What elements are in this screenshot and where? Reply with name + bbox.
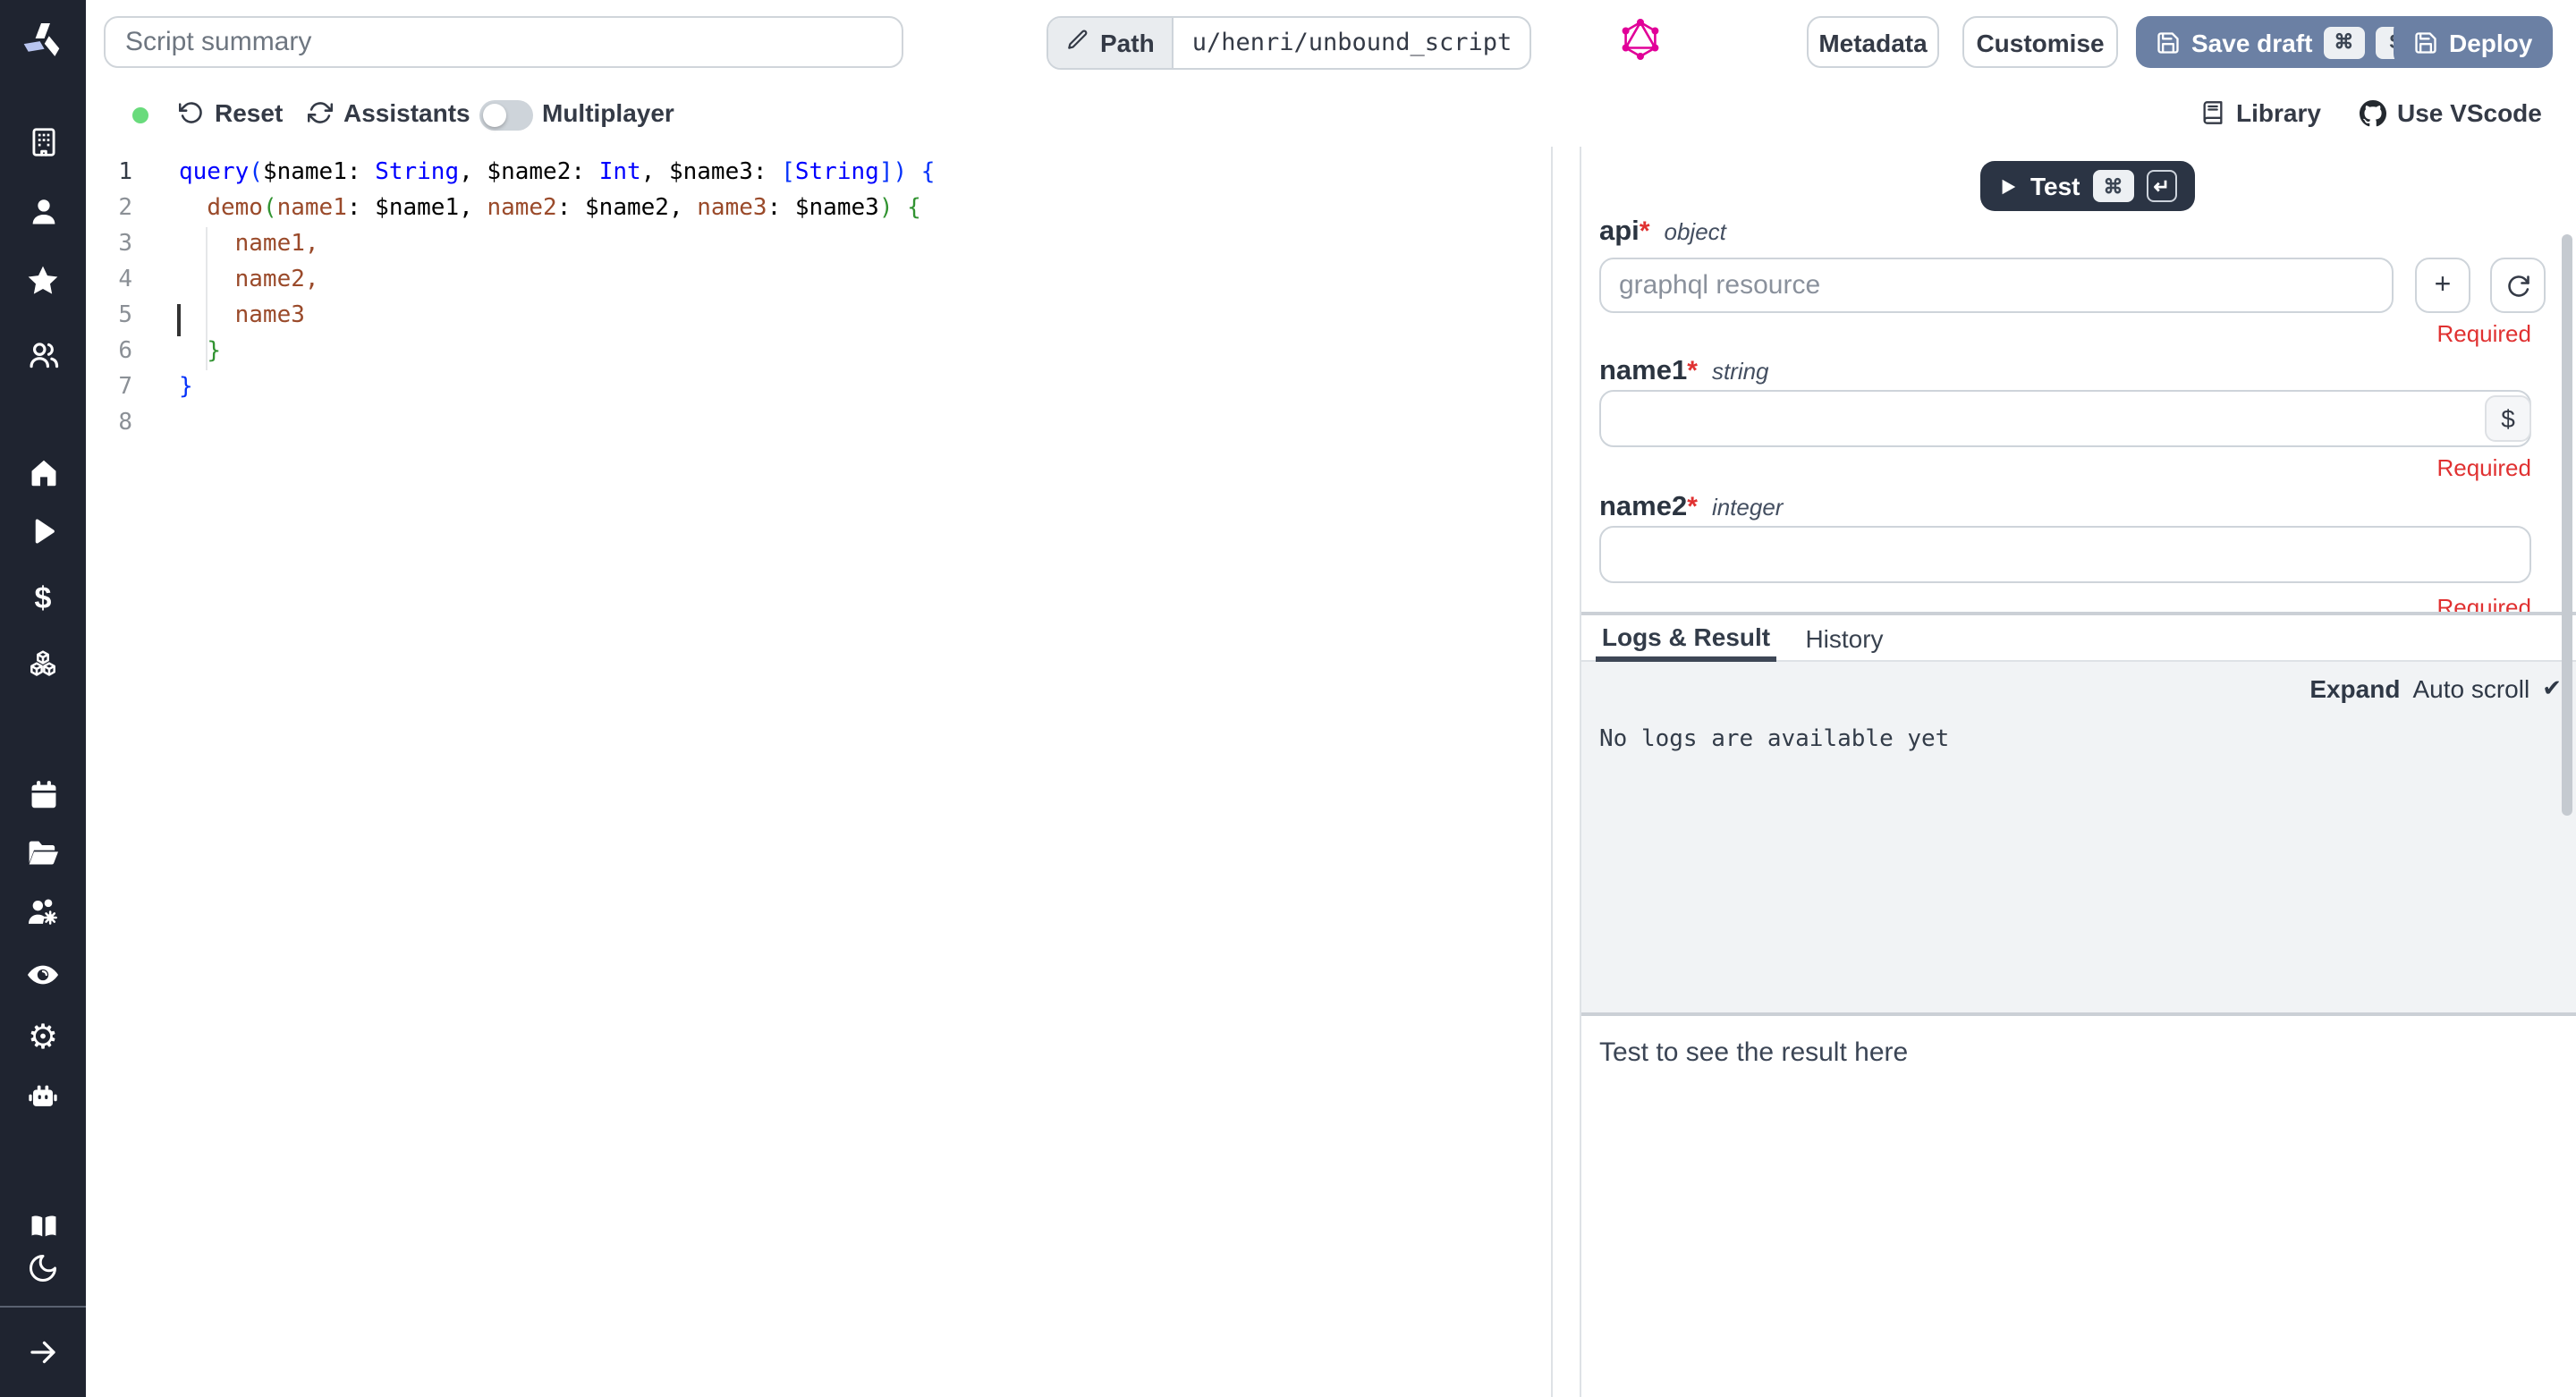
tab-logs-result[interactable]: Logs & Result bbox=[1596, 615, 1776, 662]
book-open-icon[interactable] bbox=[25, 1207, 61, 1243]
library-button[interactable]: Library bbox=[2200, 98, 2321, 127]
calendar-icon[interactable] bbox=[25, 776, 61, 812]
home-icon[interactable] bbox=[25, 454, 61, 490]
toggle-knob bbox=[483, 104, 506, 127]
result-placeholder-text: Test to see the result here bbox=[1599, 1037, 1908, 1068]
code-editor[interactable]: 12345678 query($name1: String, $name2: I… bbox=[86, 147, 1553, 1397]
kbd-enter: ↵ bbox=[2147, 170, 2177, 202]
moon-icon[interactable] bbox=[25, 1250, 61, 1286]
windmill-logo-icon[interactable] bbox=[21, 20, 64, 63]
arrow-right-icon[interactable] bbox=[25, 1334, 61, 1370]
field-label-name2: name2* integer bbox=[1599, 492, 1783, 524]
code-lines[interactable]: query($name1: String, $name2: Int, $name… bbox=[179, 156, 935, 442]
gear-icon[interactable]: ⚙ bbox=[25, 1020, 61, 1055]
arguments-section: Test ⌘ ↵ api* object + Required name1* s… bbox=[1581, 147, 2576, 612]
expand-button[interactable]: Expand bbox=[2309, 674, 2400, 703]
reset-button[interactable]: Reset bbox=[179, 98, 283, 127]
app-window: $ bbox=[0, 0, 2576, 1397]
script-summary-input[interactable] bbox=[104, 16, 903, 68]
field-label-api: api* object bbox=[1599, 216, 1726, 249]
path-label: Path bbox=[1100, 29, 1155, 57]
user-group-gear-icon[interactable] bbox=[25, 894, 61, 930]
github-icon bbox=[2360, 99, 2386, 126]
play-icon[interactable] bbox=[25, 513, 61, 549]
dollar-icon[interactable]: $ bbox=[25, 581, 61, 617]
api-resource-input[interactable] bbox=[1599, 258, 2394, 313]
run-panel: Test ⌘ ↵ api* object + Required name1* s… bbox=[1580, 147, 2576, 1397]
result-panel: Test to see the result here bbox=[1581, 1016, 2576, 1397]
autoscroll-label: Auto scroll bbox=[2412, 674, 2529, 703]
robot-icon[interactable] bbox=[25, 1079, 61, 1114]
building-icon[interactable] bbox=[25, 123, 61, 159]
code-line: name1, bbox=[179, 227, 935, 263]
bottom-tabs: Logs & Result History bbox=[1581, 615, 2576, 662]
line-numbers: 12345678 bbox=[86, 156, 132, 442]
required-badge: Required bbox=[1599, 594, 2531, 612]
customise-button[interactable]: Customise bbox=[1962, 16, 2118, 68]
rotate-ccw-icon bbox=[179, 100, 204, 125]
code-line: demo(name1: $name1, name2: $name2, name3… bbox=[179, 191, 935, 227]
graphql-logo-icon bbox=[1619, 18, 1662, 61]
code-line: name2, bbox=[179, 263, 935, 299]
field-label-name1: name1* string bbox=[1599, 356, 1769, 388]
assistants-button[interactable]: Assistants bbox=[308, 98, 470, 127]
required-badge: Required bbox=[1599, 320, 2531, 347]
book-icon bbox=[2200, 100, 2225, 125]
code-line bbox=[179, 406, 935, 442]
path-value[interactable]: u/henri/unbound_script bbox=[1174, 18, 1530, 68]
required-badge: Required bbox=[1599, 454, 2531, 481]
user-icon[interactable] bbox=[25, 193, 61, 229]
deploy-label: Deploy bbox=[2449, 28, 2532, 56]
play-icon bbox=[1998, 176, 2018, 196]
folder-open-icon[interactable] bbox=[25, 835, 61, 871]
cubes-icon[interactable] bbox=[25, 648, 61, 683]
top-bar: Path u/henri/unbound_script Metadata Cus… bbox=[86, 0, 2576, 86]
refresh-resource-button[interactable] bbox=[2490, 258, 2546, 313]
code-line: } bbox=[179, 370, 935, 406]
tab-history[interactable]: History bbox=[1792, 615, 1896, 662]
kbd-command: ⌘ bbox=[2323, 26, 2364, 58]
use-vscode-button[interactable]: Use VScode bbox=[2360, 98, 2542, 127]
kbd-command: ⌘ bbox=[2093, 170, 2134, 202]
panel-splitter[interactable] bbox=[1553, 147, 1580, 1397]
variable-picker-button[interactable]: $ bbox=[2485, 395, 2531, 442]
sidebar-divider bbox=[0, 1306, 86, 1308]
scrollbar[interactable] bbox=[2562, 234, 2572, 816]
deploy-button[interactable]: Deploy bbox=[2394, 16, 2552, 68]
logs-empty-text: No logs are available yet bbox=[1599, 726, 1949, 753]
add-resource-button[interactable]: + bbox=[2415, 258, 2470, 313]
save-icon bbox=[2156, 30, 2181, 55]
save-draft-button[interactable]: Save draft ⌘ S bbox=[2136, 16, 2436, 68]
eye-icon[interactable] bbox=[25, 957, 61, 993]
path-label-section[interactable]: Path bbox=[1048, 18, 1174, 68]
multiplayer-toggle[interactable] bbox=[479, 100, 533, 131]
status-dot bbox=[132, 107, 148, 123]
logs-panel: Expand Auto scroll ✔ No logs are availab… bbox=[1581, 662, 2576, 1012]
code-line: query($name1: String, $name2: Int, $name… bbox=[179, 156, 935, 191]
users-icon[interactable] bbox=[25, 336, 61, 372]
editor-toolbar: Reset Assistants Multiplayer Library Use… bbox=[86, 84, 2576, 148]
path-pill[interactable]: Path u/henri/unbound_script bbox=[1046, 16, 1531, 70]
name2-input[interactable] bbox=[1599, 526, 2531, 583]
refresh-cw-icon bbox=[308, 100, 333, 125]
code-line: } bbox=[179, 334, 935, 370]
autoscroll-checkbox[interactable]: ✔ bbox=[2542, 674, 2562, 703]
pencil-icon bbox=[1066, 29, 1089, 57]
code-line: name3 bbox=[179, 299, 935, 334]
star-icon[interactable] bbox=[25, 263, 61, 299]
save-icon bbox=[2413, 30, 2438, 55]
metadata-button[interactable]: Metadata bbox=[1807, 16, 1939, 68]
sidebar: $ bbox=[0, 0, 86, 1397]
save-draft-label: Save draft bbox=[2191, 28, 2312, 56]
multiplayer-label: Multiplayer bbox=[542, 98, 674, 127]
name1-input[interactable] bbox=[1599, 390, 2531, 447]
text-cursor bbox=[177, 304, 180, 336]
test-button[interactable]: Test ⌘ ↵ bbox=[1980, 161, 2195, 211]
